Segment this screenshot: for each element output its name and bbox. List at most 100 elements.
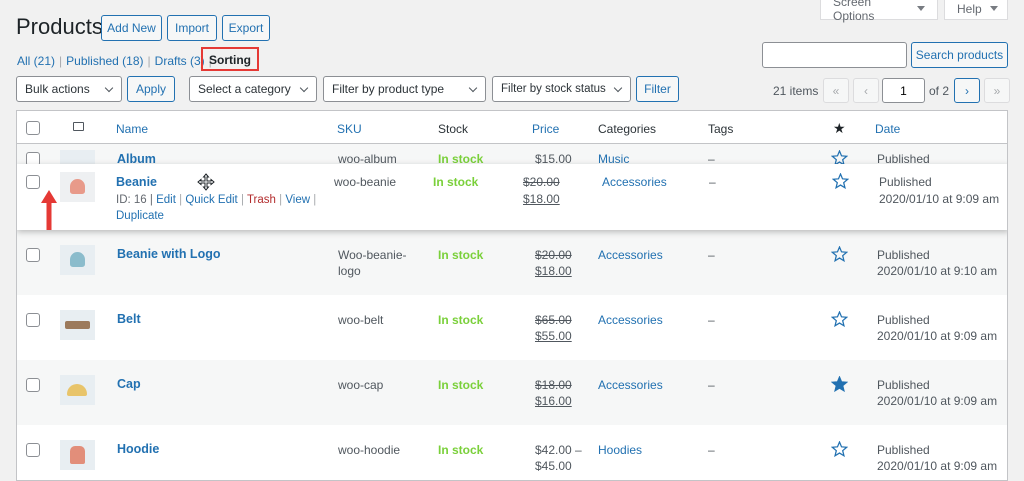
product-sku-line1: Woo-beanie- [338,248,407,262]
product-name[interactable]: Belt [117,312,141,326]
product-thumbnail [60,172,95,202]
product-date: 2020/01/10 at 9:09 am [877,459,998,473]
apply-button[interactable]: Apply [127,76,175,102]
featured-star-outline-icon[interactable] [831,441,848,457]
bulk-actions-label: Bulk actions [25,82,90,96]
column-name[interactable]: Name [116,122,148,136]
sale-price: $18.00 [535,264,572,278]
row-checkbox[interactable] [26,443,40,457]
products-table: Name SKU Stock Price Categories Tags ★ D… [16,110,1008,481]
search-products-button[interactable]: Search products [911,42,1008,68]
edit-link[interactable]: Edit [156,194,176,206]
chevron-down-icon [989,6,998,11]
product-thumbnail [60,310,95,340]
product-sku: woo-beanie [334,175,397,189]
items-count: 21 items [773,84,819,98]
filter-published[interactable]: Published (18) [66,54,143,68]
product-date: 2020/01/10 at 9:10 am [877,264,998,278]
table-row-dragging[interactable]: Beanie ID: 16 | Edit | Quick Edit | Tras… [17,164,1007,230]
product-name[interactable]: Cap [117,377,141,391]
product-tags: – [709,175,716,189]
chevron-down-icon [917,6,925,11]
product-category[interactable]: Accessories [602,175,667,189]
current-page-input[interactable] [882,78,925,103]
product-name[interactable]: Beanie [116,175,157,189]
product-thumbnail [60,375,95,405]
stock-status: In stock [438,313,484,327]
column-sku[interactable]: SKU [337,122,362,136]
regular-price: $18.00 [535,378,572,392]
table-row: Beanie with Logo Woo-beanie- logo In sto… [17,230,1007,295]
price-range-to: $45.00 [535,459,572,473]
select-all-checkbox[interactable] [26,121,40,135]
beanie-image [70,179,85,194]
screen-options-label: Screen Options [833,0,875,23]
product-category[interactable]: Accessories [598,378,663,392]
row-checkbox[interactable] [26,378,40,392]
column-tags: Tags [708,122,734,136]
move-cursor-icon [197,173,215,191]
trash-link[interactable]: Trash [247,194,276,206]
screen-options-button[interactable]: Screen Options [820,0,938,23]
product-thumbnail [60,440,95,470]
row-checkbox[interactable] [26,248,40,262]
featured-star-icon[interactable]: ★ [833,120,846,137]
product-name[interactable]: Beanie with Logo [117,247,220,261]
product-sku: woo-belt [338,313,384,327]
arrow-up-icon [40,189,58,231]
product-type-select[interactable]: Filter by product type [323,76,486,102]
add-new-button[interactable]: Add New [101,15,162,41]
product-category[interactable]: Accessories [598,248,663,262]
product-date: 2020/01/10 at 9:09 am [879,192,1000,206]
sale-price: $18.00 [523,192,560,206]
product-tags: – [708,248,715,262]
separator: | [147,54,151,68]
belt-image [65,321,90,329]
filter-drafts[interactable]: Drafts (3) [155,54,205,68]
export-button[interactable]: Export [222,15,270,41]
last-page-button[interactable]: » [984,78,1010,103]
first-page-button[interactable]: « [823,78,849,103]
product-category[interactable]: Accessories [598,313,663,327]
featured-star-filled-icon[interactable] [831,376,848,392]
product-name[interactable]: Hoodie [117,442,159,456]
column-price[interactable]: Price [532,122,559,136]
product-date: 2020/01/10 at 9:09 am [877,394,998,408]
featured-star-outline-icon[interactable] [831,311,848,327]
page-title: Products [16,14,103,39]
stock-status-select[interactable]: Filter by stock status [492,76,631,102]
featured-star-outline-icon[interactable] [832,173,849,189]
stock-status: In stock [438,248,484,262]
product-status: Published [877,248,930,262]
featured-star-outline-icon[interactable] [831,246,848,262]
table-row: Cap woo-cap In stock $18.00 $16.00 Acces… [17,360,1007,425]
filter-all[interactable]: All (21) [17,54,55,68]
sale-price: $16.00 [535,394,572,408]
view-link[interactable]: View [285,194,310,206]
bulk-actions-select[interactable]: Bulk actions [16,76,122,102]
beanie-logo-image [70,252,85,267]
status-filters: All (21) | Published (18) | Drafts (3) | [17,54,212,68]
product-sku: woo-cap [338,378,384,392]
product-thumbnail [60,245,95,275]
filter-button[interactable]: Filter [636,76,679,102]
stock-status: In stock [438,378,484,392]
column-date[interactable]: Date [875,122,900,136]
prev-page-button[interactable]: ‹ [853,78,879,103]
filter-sorting[interactable]: Sorting [209,53,251,67]
product-category[interactable]: Hoodies [598,443,642,457]
row-checkbox[interactable] [26,313,40,327]
row-checkbox[interactable] [26,175,40,189]
category-select[interactable]: Select a category [189,76,317,102]
help-label: Help [957,1,982,16]
help-button[interactable]: Help [944,0,1008,20]
quick-edit-link[interactable]: Quick Edit [185,194,237,206]
stock-status-label: Filter by stock status [501,83,606,95]
product-type-label: Filter by product type [332,82,445,96]
search-input[interactable] [762,42,907,68]
import-button[interactable]: Import [167,15,217,41]
next-page-button[interactable]: › [954,78,980,103]
hoodie-image [70,446,85,464]
column-categories: Categories [598,122,657,136]
duplicate-link[interactable]: Duplicate [116,210,164,222]
